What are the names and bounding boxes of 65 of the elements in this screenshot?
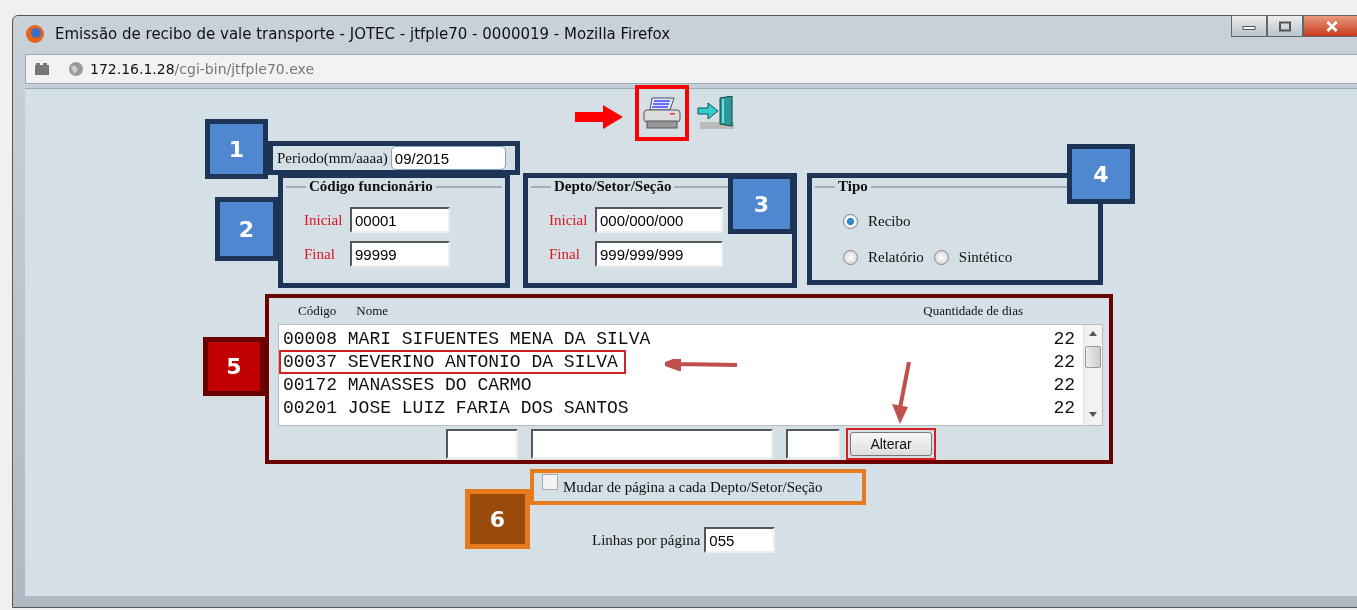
list-row-text[interactable]: 00172 MANASSES DO CARMO — [279, 372, 540, 397]
days-value: 22 — [1053, 397, 1075, 418]
days-value: 22 — [1053, 351, 1075, 372]
type-legend: Tipo — [835, 178, 871, 195]
maximize-button[interactable] — [1267, 15, 1303, 37]
step-number-badge: 4 — [1067, 144, 1135, 204]
code-edit-field[interactable] — [446, 429, 518, 459]
scroll-thumb[interactable] — [1085, 346, 1101, 368]
close-icon — [1324, 20, 1340, 32]
end-label: Final — [304, 245, 336, 263]
pointer-arrow — [575, 105, 623, 129]
employee-listbox[interactable]: 00008 MARI SIFUENTES MENA DA SILVA 22 00037 SEVERINO ANTONIO DA SILVA 22 00172 MANASSES DO CARMO 22 00201 JOSE LUIZ FARIA DOS SANTOS 22 — [278, 324, 1103, 426]
end-code-field[interactable]: 99999 — [350, 241, 450, 267]
start-label: Inicial — [304, 211, 344, 229]
maximize-icon — [1277, 20, 1293, 32]
checkbox-label: Mudar de página a cada Depto/Setor/Seção — [563, 478, 823, 496]
start-code-field[interactable]: 00001 — [350, 207, 450, 233]
exit-door-icon — [696, 96, 736, 130]
lines-per-page-field[interactable]: 055 — [704, 527, 776, 553]
print-button[interactable] — [635, 85, 689, 141]
minimize-button[interactable] — [1231, 15, 1267, 37]
browser-logo-icon — [25, 24, 45, 44]
start-department-field[interactable]: 000/000/000 — [595, 207, 723, 233]
radio-label: Sintético — [958, 248, 1013, 266]
step-number-badge: 2 — [215, 197, 278, 261]
list-row-text[interactable]: 00201 JOSE LUIZ FARIA DOS SANTOS — [279, 395, 637, 420]
name-edit-field[interactable] — [531, 429, 773, 459]
window-title: Emissão de recibo de vale transporte - JOTEC - jtfple70 - 0000019 - Mozilla Firefox — [55, 25, 671, 43]
end-label: Final — [549, 245, 581, 263]
column-header: Quantidade de dias — [923, 303, 1023, 319]
step-number-badge: 1 — [205, 119, 268, 179]
checkbox[interactable] — [542, 474, 558, 490]
period-label: Periodo(mm/aaaa) — [277, 149, 388, 167]
days-value: 22 — [1053, 328, 1075, 349]
radio-button[interactable] — [933, 249, 949, 265]
pointer-arrow — [665, 359, 737, 371]
list-row-text[interactable]: 00008 MARI SIFUENTES MENA DA SILVA — [279, 326, 659, 351]
column-header: Código — [298, 303, 337, 319]
globe-icon — [68, 61, 84, 77]
scroll-down-icon — [1089, 412, 1097, 417]
tab-group-icon — [34, 62, 50, 76]
scrollbar[interactable] — [1083, 325, 1102, 425]
radio-label: Relatório — [868, 248, 924, 266]
radio-button[interactable] — [843, 213, 858, 229]
period-field[interactable]: 09/2015 — [390, 146, 506, 170]
radio-button[interactable] — [843, 249, 858, 265]
radio-label: Recibo — [868, 212, 911, 230]
printer-icon — [642, 96, 682, 130]
address-bar[interactable]: 172.16.1.28/cgi-bin/jtfple70.exe — [25, 54, 1357, 84]
start-label: Inicial — [549, 211, 589, 229]
lines-per-page-label: Linhas por página — [592, 531, 701, 549]
close-button[interactable] — [1303, 15, 1357, 37]
pointer-arrow — [890, 362, 912, 424]
step-number-badge: 6 — [465, 489, 530, 549]
list-row-text[interactable]: 00037 SEVERINO ANTONIO DA SILVA — [279, 349, 626, 374]
end-department-field[interactable]: 999/999/999 — [595, 241, 723, 267]
url-text: 172.16.1.28/cgi-bin/jtfple70.exe — [90, 61, 314, 77]
alterar-button[interactable]: Alterar — [850, 432, 932, 456]
scroll-up-icon — [1089, 331, 1097, 336]
days-value: 22 — [1053, 374, 1075, 395]
column-header: Nome — [356, 303, 389, 319]
department-legend: Depto/Setor/Seção — [551, 178, 675, 195]
employee-code-legend: Código funcionário — [306, 178, 436, 195]
days-edit-field[interactable] — [786, 429, 840, 459]
step-number-badge: 5 — [203, 337, 265, 396]
